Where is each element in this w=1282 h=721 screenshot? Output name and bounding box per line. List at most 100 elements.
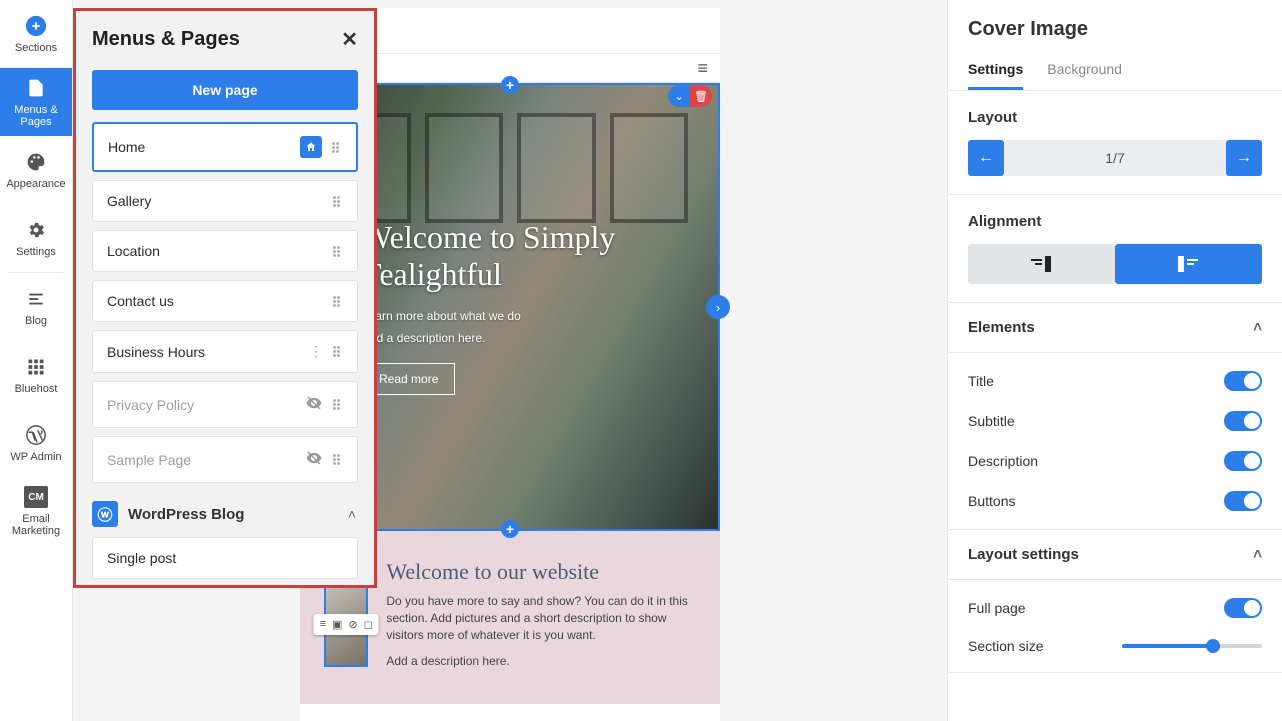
image-icon[interactable]: ▣ [332, 618, 342, 631]
page-item-contact-us[interactable]: Contact us [92, 280, 358, 322]
section-size-label: Section size [968, 638, 1043, 654]
tab-settings[interactable]: Settings [968, 51, 1023, 90]
description-row: Description [968, 441, 1262, 481]
wall-frames-decor [332, 113, 688, 223]
cover-description[interactable]: Add a description here. [362, 331, 658, 345]
full-page-label: Full page [968, 600, 1026, 616]
sidebar-item-appearance[interactable]: Appearance [0, 136, 72, 204]
section-size-slider[interactable] [1122, 644, 1262, 648]
title-toggle[interactable] [1224, 371, 1262, 391]
buttons-toggle[interactable] [1224, 491, 1262, 511]
drag-handle-icon[interactable] [333, 194, 343, 208]
hidden-icon[interactable] [305, 394, 323, 415]
welcome-body[interactable]: Do you have more to say and show? You ca… [386, 593, 696, 643]
hidden-icon[interactable] [305, 449, 323, 470]
layout-section: Layout ← 1/7 → [948, 91, 1282, 195]
cm-logo-icon: CM [24, 485, 48, 509]
align-right-button[interactable] [968, 244, 1115, 284]
chevron-down-icon[interactable]: ⌄ [668, 85, 690, 107]
chevron-up-icon: ˄ [1253, 546, 1262, 563]
close-icon[interactable]: ✕ [341, 27, 358, 52]
drag-handle-icon[interactable] [333, 244, 343, 258]
add-section-top-button[interactable]: + [501, 76, 519, 94]
gear-icon [24, 218, 48, 242]
page-item-label: Privacy Policy [107, 397, 305, 413]
page-item-business-hours[interactable]: Business Hours⋮ [92, 330, 358, 373]
page-item-privacy-policy[interactable]: Privacy Policy [92, 381, 358, 428]
drag-handle-icon[interactable] [333, 345, 343, 359]
cover-subtitle[interactable]: Learn more about what we do [362, 309, 658, 323]
pages-list: Home Gallery Location Contact us Business Ho… [92, 122, 358, 483]
title-label: Title [968, 373, 994, 389]
drag-handle-icon[interactable] [332, 140, 342, 154]
sidebar-item-menus-pages[interactable]: Menus & Pages [0, 68, 72, 136]
layout-prev-button[interactable]: ← [968, 140, 1004, 176]
add-section-bottom-button[interactable]: + [501, 520, 519, 538]
sidebar-item-label: Bluehost [15, 383, 58, 395]
drag-handle-icon[interactable] [333, 453, 343, 467]
layout-position: 1/7 [1004, 140, 1226, 176]
page-item-label: Sample Page [107, 452, 305, 468]
full-page-row: Full page [968, 588, 1262, 628]
next-section-button[interactable]: › [706, 295, 730, 319]
sidebar-item-email-marketing[interactable]: CM Email Marketing [0, 477, 72, 545]
page-item-label: Home [108, 139, 300, 155]
subtitle-row: Subtitle [968, 401, 1262, 441]
wordpress-blog-section[interactable]: ⓦ WordPress Blog ˄ [92, 491, 358, 537]
welcome-note[interactable]: Add a description here. [386, 653, 696, 670]
home-icon [300, 136, 322, 158]
sidebar-item-blog[interactable]: Blog [0, 273, 72, 341]
layout-label: Layout [968, 109, 1262, 126]
sidebar-item-sections[interactable]: Sections [0, 0, 72, 68]
text-icon[interactable]: ◻ [364, 618, 373, 631]
inspector-panel: Cover Image Settings Background Layout ←… [947, 0, 1282, 721]
drag-handle-icon[interactable] [333, 294, 343, 308]
subtitle-toggle[interactable] [1224, 411, 1262, 431]
align-icon[interactable]: ≡ [320, 618, 326, 631]
alignment-label: Alignment [968, 213, 1262, 230]
page-item-sample-page[interactable]: Sample Page [92, 436, 358, 483]
page-item-location[interactable]: Location [92, 230, 358, 272]
image-toolbar[interactable]: ≡ ▣ ⊘ ◻ [314, 614, 379, 635]
new-page-button[interactable]: New page [92, 70, 358, 110]
panel-title: Menus & Pages [92, 28, 240, 51]
wordpress-logo-icon: ⓦ [92, 501, 118, 527]
page-item-gallery[interactable]: Gallery [92, 180, 358, 222]
full-page-toggle[interactable] [1224, 598, 1262, 618]
sidebar-item-label: Sections [15, 42, 57, 54]
hamburger-icon[interactable]: ≡ [697, 58, 708, 79]
inspector-title: Cover Image [948, 0, 1282, 51]
section-toolbar[interactable]: ⌄ 🗑 [668, 85, 712, 107]
elements-body: TitleSubtitleDescriptionButtons [948, 353, 1282, 530]
wordpress-icon [24, 423, 48, 447]
palette-icon [24, 150, 48, 174]
cover-heading[interactable]: Welcome to Simply Tealightful [362, 219, 658, 293]
menus-pages-panel: Menus & Pages ✕ New page Home Gallery Loca… [73, 8, 377, 588]
wp-section-title: WordPress Blog [128, 506, 338, 523]
link-icon[interactable]: ⊘ [348, 618, 357, 631]
trash-icon[interactable]: 🗑 [690, 85, 712, 107]
more-icon[interactable]: ⋮ [309, 343, 323, 360]
sidebar-item-bluehost[interactable]: Bluehost [0, 341, 72, 409]
sidebar-item-wp-admin[interactable]: WP Admin [0, 409, 72, 477]
layout-next-button[interactable]: → [1226, 140, 1262, 176]
chevron-up-icon: ˄ [1253, 319, 1262, 336]
tab-background[interactable]: Background [1047, 51, 1122, 90]
page-item-label: Business Hours [107, 344, 309, 360]
chevron-up-icon: ˄ [348, 506, 356, 522]
sidebar-item-settings[interactable]: Settings [0, 204, 72, 272]
plus-circle-icon [24, 14, 48, 38]
layout-settings-header[interactable]: Layout settings ˄ [948, 530, 1282, 580]
align-left-button[interactable] [1115, 244, 1262, 284]
sidebar-item-label: WP Admin [10, 451, 61, 463]
description-toggle[interactable] [1224, 451, 1262, 471]
page-item-home[interactable]: Home [92, 122, 358, 172]
elements-header[interactable]: Elements ˄ [948, 303, 1282, 353]
sidebar-item-label: Blog [25, 315, 47, 327]
page-item-single-post[interactable]: Single post [92, 537, 358, 579]
layout-settings-body: Full page Section size [948, 580, 1282, 673]
drag-handle-icon[interactable] [333, 398, 343, 412]
sidebar-item-label: Menus & Pages [0, 104, 72, 128]
section-size-row: Section size [968, 628, 1262, 664]
welcome-heading[interactable]: Welcome to our website [386, 559, 696, 585]
